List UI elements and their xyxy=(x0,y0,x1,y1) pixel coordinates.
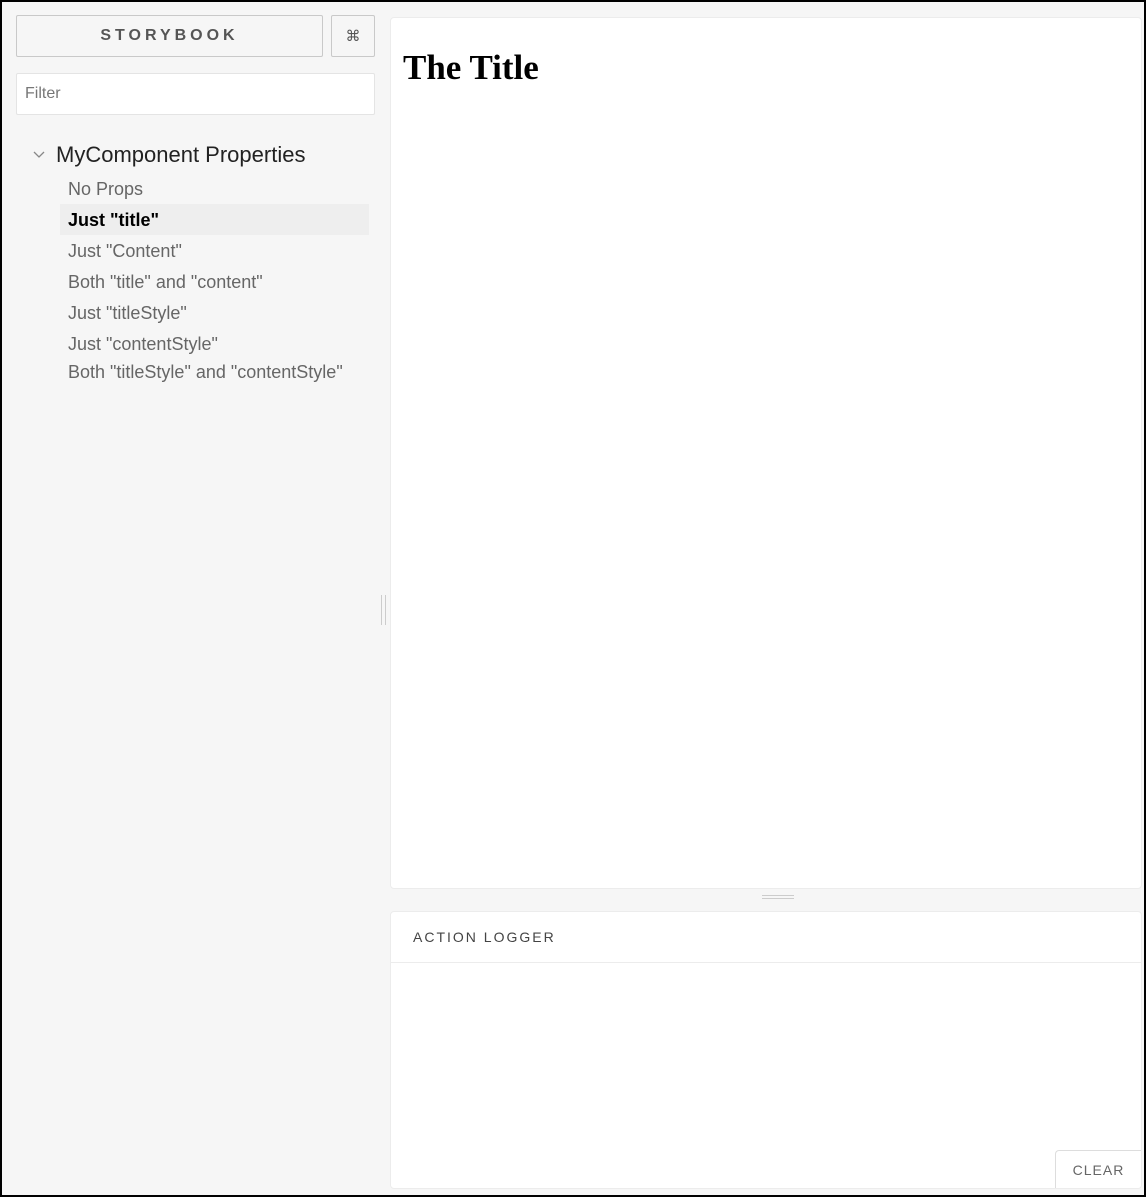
story-list: No Props Just "title" Just "Content" Bot… xyxy=(60,173,369,390)
story-item-just-contentstyle[interactable]: Just "contentStyle" xyxy=(60,328,369,359)
preview-title: The Title xyxy=(403,48,539,87)
story-label: Just "Content" xyxy=(68,240,182,261)
story-label: No Props xyxy=(68,178,144,199)
panel-resize-handle[interactable] xyxy=(762,895,794,899)
command-key-icon: ⌘ xyxy=(345,27,361,45)
story-label: Just "titleStyle" xyxy=(68,302,187,323)
story-preview: The Title xyxy=(390,17,1142,889)
story-label: Just "contentStyle" xyxy=(68,333,218,354)
story-label: Just "title" xyxy=(68,209,160,230)
sidebar-resize-handle[interactable] xyxy=(381,595,386,625)
storybook-window: STORYBOOK ⌘ MyComponent Properties No Pr… xyxy=(0,0,1146,1197)
chevron-down-icon xyxy=(32,148,46,162)
story-item-both-title-content[interactable]: Both "title" and "content" xyxy=(60,266,369,297)
filter-input[interactable] xyxy=(16,73,375,115)
story-item-just-content[interactable]: Just "Content" xyxy=(60,235,369,266)
sidebar: STORYBOOK ⌘ MyComponent Properties No Pr… xyxy=(16,15,376,1185)
story-item-both-styles[interactable]: Both "titleStyle" and "contentStyle" xyxy=(60,359,369,390)
story-item-just-title[interactable]: Just "title" xyxy=(60,204,369,235)
story-item-just-titlestyle[interactable]: Just "titleStyle" xyxy=(60,297,369,328)
tab-action-logger[interactable]: ACTION LOGGER xyxy=(413,929,556,945)
story-kind-header[interactable]: MyComponent Properties xyxy=(32,140,372,170)
story-kind-label: MyComponent Properties xyxy=(56,142,306,167)
story-item-no-props[interactable]: No Props xyxy=(60,173,369,204)
keyboard-shortcuts-button[interactable]: ⌘ xyxy=(331,15,375,57)
clear-button[interactable]: CLEAR xyxy=(1055,1150,1141,1188)
story-label: Both "titleStyle" and "contentStyle" xyxy=(68,362,343,382)
story-label: Both "title" and "content" xyxy=(68,271,263,292)
addon-panel: ACTION LOGGER CLEAR xyxy=(390,911,1142,1189)
addon-panel-header: ACTION LOGGER xyxy=(391,912,1141,963)
storybook-brand-button[interactable]: STORYBOOK xyxy=(16,15,323,57)
